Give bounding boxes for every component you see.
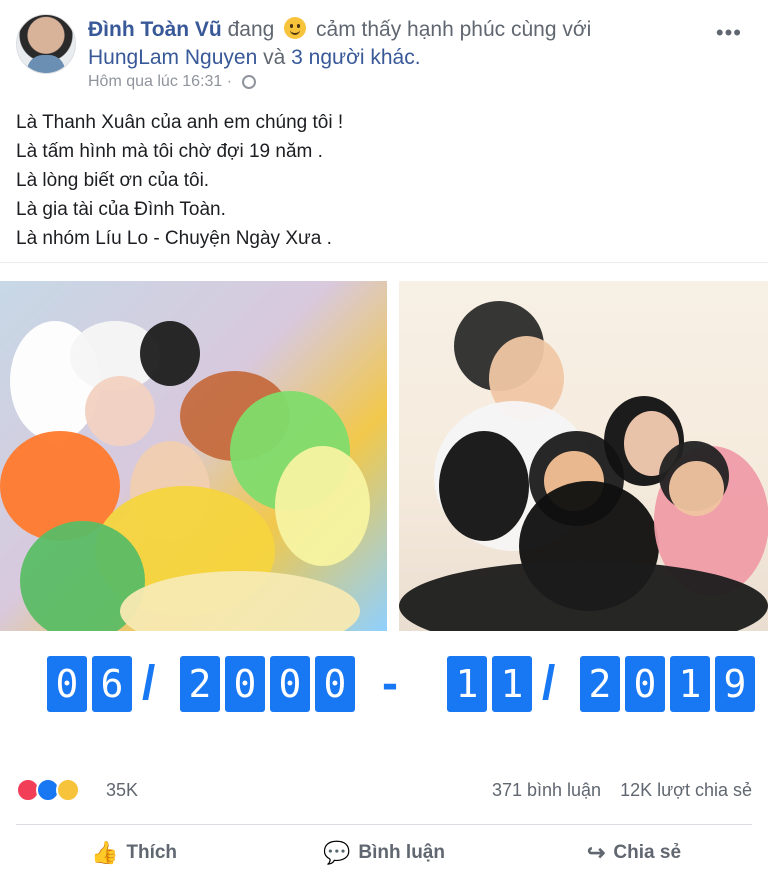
date-digit: 6 — [92, 656, 132, 712]
globe-icon[interactable] — [241, 75, 256, 89]
others-link[interactable]: 3 người khác. — [291, 46, 420, 69]
post-line-3: Là lòng biết ơn của tôi. — [16, 170, 210, 191]
photo-2019 — [399, 281, 768, 631]
thumb-up-icon: 👍 — [90, 840, 119, 865]
tagged-suffix: và — [263, 46, 286, 69]
date-separator: / — [142, 657, 156, 710]
more-options-icon[interactable]: ••• — [716, 20, 742, 46]
post-line-1: Là Thanh Xuân của anh em chúng tôi ! — [16, 112, 344, 133]
engagement-stats: 371 bình luận 12K lượt chia sẻ — [492, 780, 752, 801]
smile-icon — [284, 17, 307, 39]
date-digit: 1 — [447, 656, 487, 712]
post-line-4: Là gia tài của Đình Toàn. — [16, 199, 226, 220]
post-line-5: Là nhóm Líu Lo - Chuyện Ngày Xưa . — [16, 228, 332, 249]
date-digit: 9 — [715, 656, 755, 712]
date-digit: 0 — [47, 656, 87, 712]
post-image[interactable]: 0 6 / 2 0 0 0 - 1 1 / 2 0 1 9 — [0, 262, 768, 763]
date-digit: 0 — [270, 656, 310, 712]
timestamp[interactable]: Hôm qua lúc 16:31 — [88, 73, 222, 90]
like-label: Thích — [126, 842, 178, 863]
date-separator: / — [542, 657, 556, 710]
like-button[interactable]: 👍 Thích — [16, 832, 252, 874]
date-digit: 0 — [625, 656, 665, 712]
author-name[interactable]: Đình Toàn Vũ — [88, 18, 222, 41]
feeling-prefix: đang — [227, 18, 275, 41]
post-line-2: Là tấm hình mà tôi chờ đợi 19 năm . — [16, 141, 323, 162]
share-arrow-icon: ↪ — [586, 840, 606, 865]
date-digit: 1 — [492, 656, 532, 712]
speech-bubble-icon: 💬 — [323, 840, 351, 865]
date-digit: 0 — [225, 656, 265, 712]
haha-reaction-icon — [56, 778, 80, 802]
comment-button[interactable]: 💬 Bình luận — [266, 832, 502, 874]
photo-2000 — [0, 281, 387, 631]
share-label: Chia sẻ — [613, 842, 682, 863]
share-button[interactable]: ↪ Chia sẻ — [516, 832, 752, 874]
date-dash: - — [382, 657, 398, 710]
date-digit: 1 — [670, 656, 710, 712]
reaction-count[interactable]: 35K — [106, 780, 138, 801]
date-digit: 0 — [315, 656, 355, 712]
tagged-person[interactable]: HungLam Nguyen — [88, 46, 257, 69]
post-text: Là Thanh Xuân của anh em chúng tôi ! Là … — [16, 108, 736, 253]
share-count[interactable]: 12K lượt chia sẻ — [620, 780, 752, 800]
separator-dot: · — [226, 73, 233, 90]
comment-count[interactable]: 371 bình luận — [492, 780, 601, 800]
comment-label: Bình luận — [358, 842, 445, 863]
date-digit: 2 — [580, 656, 620, 712]
post-actions: 👍 Thích 💬 Bình luận ↪ Chia sẻ — [16, 832, 752, 874]
post-header-text: Đình Toàn Vũ đang cảm thấy hạnh phúc cùn… — [88, 14, 591, 72]
feeling-text: cảm thấy hạnh phúc cùng với — [316, 18, 592, 41]
divider — [16, 824, 752, 825]
date-digit: 2 — [180, 656, 220, 712]
avatar[interactable] — [16, 14, 76, 74]
post-header: Đình Toàn Vũ đang cảm thấy hạnh phúc cùn… — [16, 12, 752, 91]
post-meta: Hôm qua lúc 16:31 · — [88, 72, 256, 91]
